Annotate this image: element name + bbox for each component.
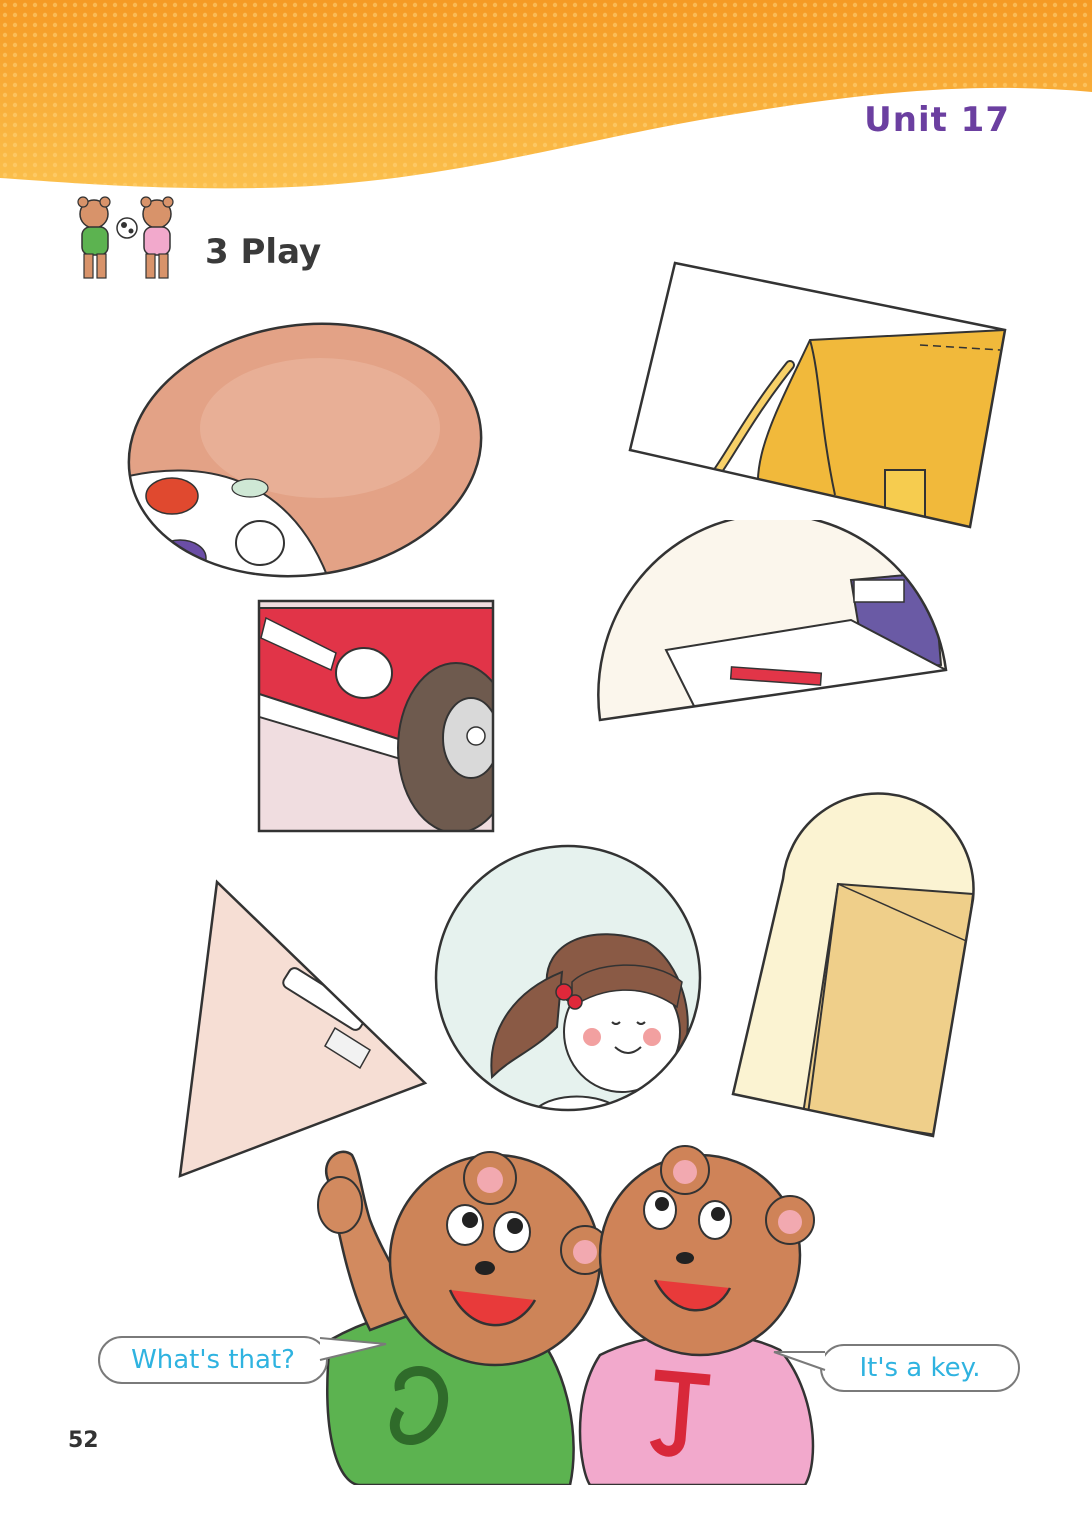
- circle-girl-picture: [434, 844, 702, 1112]
- speech-bubble-answer: It's a key.: [820, 1344, 1020, 1392]
- textbook-page: Unit 17 3 Play What's that? It's a key. …: [0, 0, 1092, 1519]
- question-text: What's that?: [131, 1345, 295, 1375]
- bear-j: [578, 1145, 815, 1485]
- square-car-picture: [257, 599, 495, 833]
- bear-b: [317, 1150, 610, 1485]
- bears-illustration: [317, 1145, 815, 1485]
- bubble-tail-right: [773, 1351, 826, 1371]
- speech-bubble-question: What's that?: [98, 1336, 328, 1384]
- oval-ball-picture: [120, 318, 490, 583]
- rectangle-bag-picture: [628, 261, 1007, 529]
- triangle-key-picture: [178, 879, 428, 1178]
- section-title: 3 Play: [205, 232, 322, 272]
- page-number: 52: [68, 1428, 99, 1453]
- semicircle-boat-picture: [597, 520, 948, 722]
- answer-text: It's a key.: [859, 1353, 981, 1383]
- unit-title: Unit 17: [864, 100, 1010, 140]
- bubble-tail-left: [319, 1337, 387, 1361]
- arch-door-picture: [731, 792, 975, 1138]
